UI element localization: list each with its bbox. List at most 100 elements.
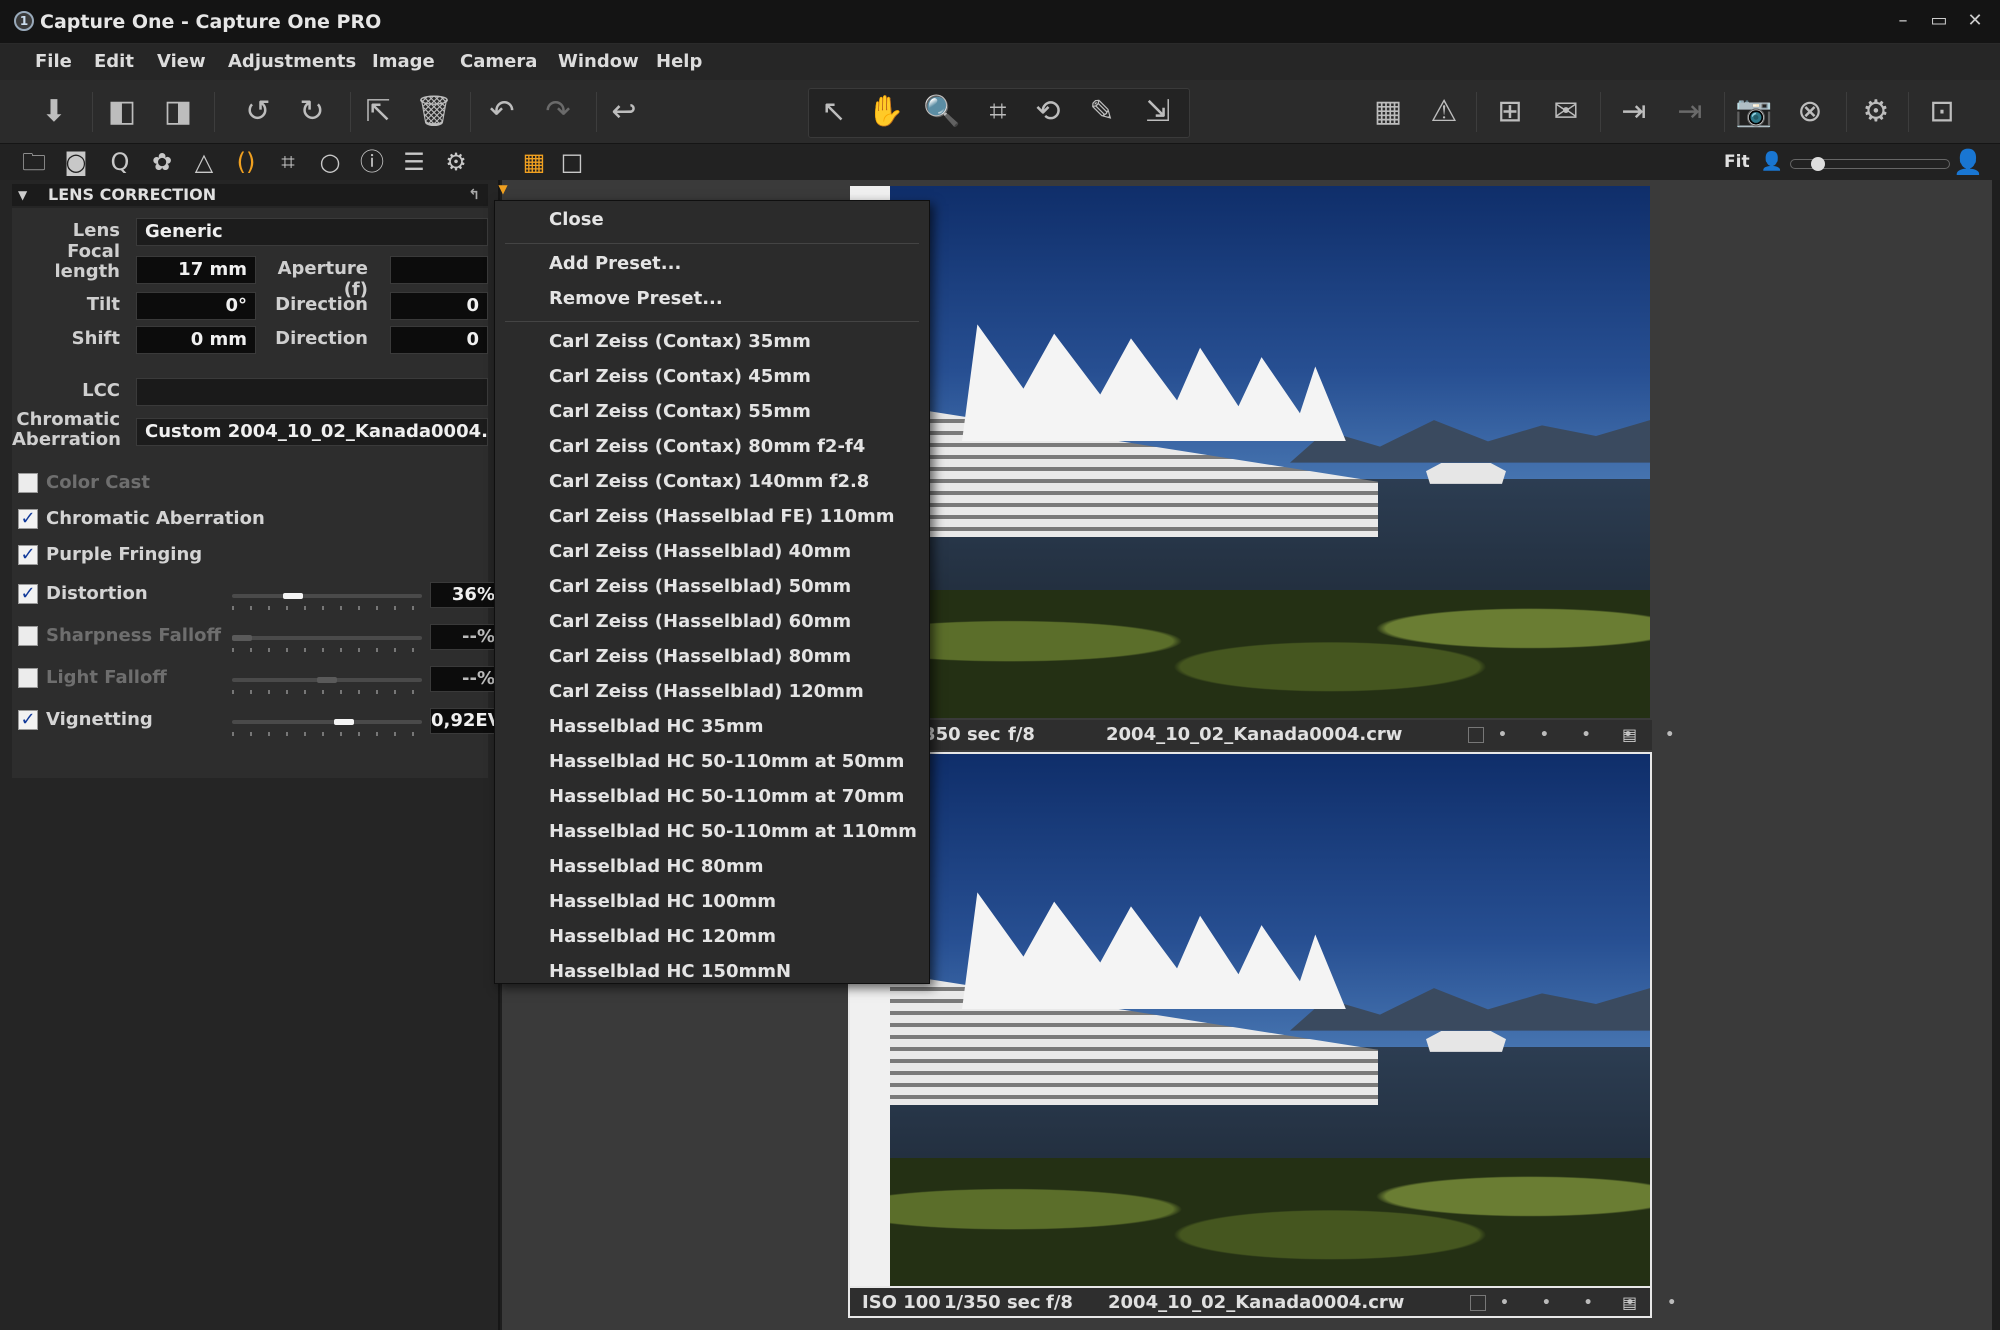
copy-apply-icon[interactable]: ⇲ (1136, 90, 1180, 134)
select-cursor-icon[interactable]: ↖ (812, 90, 856, 134)
tilt-direction-field[interactable]: 0 (390, 292, 488, 320)
menu-lens-item[interactable]: Carl Zeiss (Hasselblad FE) 110mm (549, 506, 895, 527)
compare-left-icon[interactable]: ◧ (100, 90, 144, 134)
capture-camera-icon[interactable]: ◙ (60, 148, 92, 176)
light-falloff-value[interactable]: --% (430, 666, 500, 692)
menu-lens-item[interactable]: Carl Zeiss (Hasselblad) 80mm (549, 646, 851, 667)
distortion-slider-thumb[interactable] (283, 593, 303, 599)
menu-camera[interactable]: Camera (460, 51, 537, 72)
panel-options-icon[interactable]: ↰ (468, 184, 480, 206)
light-falloff-checkbox[interactable]: ✓ (18, 668, 38, 688)
menu-lens-item[interactable]: Hasselblad HC 50-110mm at 70mm (549, 786, 904, 807)
rotate-tool-icon[interactable]: ⟲ (1026, 90, 1070, 134)
menu-view[interactable]: View (157, 51, 206, 72)
aperture-field[interactable] (390, 256, 488, 284)
thumbnail-menu-icon[interactable]: ▤ (1622, 720, 1637, 750)
camera-icon[interactable]: 📷 (1732, 90, 1776, 134)
color-cast-checkbox[interactable]: ✓ (18, 473, 38, 493)
sharpness-falloff-checkbox[interactable]: ✓ (18, 626, 38, 646)
rating-dots[interactable]: • • • • • (1500, 1288, 1690, 1318)
shift-field[interactable]: 0 mm (136, 326, 256, 354)
full-screen-icon[interactable]: ⊡ (1920, 90, 1964, 134)
menu-lens-item[interactable]: Hasselblad HC 80mm (549, 856, 763, 877)
slider-knob[interactable] (1811, 157, 1825, 171)
color-tab-icon[interactable]: ✿ (146, 148, 178, 176)
vignetting-slider-thumb[interactable] (334, 719, 354, 725)
close-icon[interactable]: ✕ (1958, 6, 1992, 36)
metadata-info-icon[interactable]: ⓘ (356, 148, 388, 176)
menu-lens-item[interactable]: Carl Zeiss (Hasselblad) 120mm (549, 681, 864, 702)
menu-lens-item[interactable]: Carl Zeiss (Hasselblad) 60mm (549, 611, 851, 632)
light-falloff-slider-thumb[interactable] (317, 677, 337, 683)
menu-adjustments[interactable]: Adjustments (228, 51, 356, 72)
menu-close[interactable]: Close (549, 209, 604, 230)
menu-lens-item[interactable]: Hasselblad HC 35mm (549, 716, 763, 737)
menu-help[interactable]: Help (656, 51, 702, 72)
photo-bottom[interactable] (848, 752, 1652, 1288)
grid-icon[interactable]: ▦ (1366, 90, 1410, 134)
tilt-field[interactable]: 0° (136, 292, 256, 320)
menu-lens-item[interactable]: Hasselblad HC 100mm (549, 891, 776, 912)
menu-lens-item[interactable]: Hasselblad HC 50-110mm at 50mm (549, 751, 904, 772)
single-view-icon[interactable]: □ (556, 148, 588, 176)
photo-bottom-caption[interactable]: ISO 100 1/350 sec f/8 2004_10_02_Kanada0… (848, 1288, 1676, 1318)
color-tag-box[interactable] (1468, 727, 1484, 743)
menu-edit[interactable]: Edit (94, 51, 134, 72)
photo-top-caption[interactable]: 1/350 sec f/8 2004_10_02_Kanada0004.crw … (848, 720, 1674, 750)
exposure-tab-icon[interactable]: △ (188, 148, 220, 176)
rating-dots[interactable]: • • • • • (1498, 720, 1688, 750)
redo-icon[interactable]: ↷ (536, 90, 580, 134)
lens-select[interactable]: Generic (136, 218, 488, 246)
menu-lens-item[interactable]: Carl Zeiss (Hasselblad) 40mm (549, 541, 851, 562)
sharpness-falloff-value[interactable]: --% (430, 624, 500, 650)
preset-dropdown-arrow-icon[interactable]: ▼ (496, 180, 510, 198)
menu-lens-item[interactable]: Hasselblad HC 120mm (549, 926, 776, 947)
output-list-icon[interactable]: ☰ (398, 148, 430, 176)
menu-lens-item[interactable]: Carl Zeiss (Contax) 140mm f2.8 (549, 471, 869, 492)
lens-correction-header[interactable]: ▼ LENS CORRECTION ↰ (12, 184, 488, 206)
rotate-left-icon[interactable]: ↺ (236, 90, 280, 134)
menu-lens-item[interactable]: Carl Zeiss (Hasselblad) 50mm (549, 576, 851, 597)
cancel-icon[interactable]: ⊗ (1788, 90, 1832, 134)
focal-length-field[interactable]: 17 mm (136, 256, 256, 284)
distortion-value[interactable]: 36% (430, 582, 500, 608)
picker-icon[interactable]: ✎ (1080, 90, 1124, 134)
lens-tab-icon[interactable]: () (230, 148, 262, 176)
photo-top[interactable] (848, 184, 1652, 720)
exposure-warning-icon[interactable]: ⚠ (1422, 90, 1466, 134)
process-icon[interactable]: ⇥ (1612, 90, 1656, 134)
zoom-icon[interactable]: 🔍 (920, 90, 964, 134)
color-tag-box[interactable] (1470, 1295, 1486, 1311)
lcc-select[interactable] (136, 378, 488, 406)
distortion-slider[interactable] (232, 594, 422, 598)
crop-icon[interactable]: ⌗ (976, 90, 1020, 134)
menu-lens-item[interactable]: Carl Zeiss (Contax) 80mm f2-f4 (549, 436, 865, 457)
menu-lens-item[interactable]: Hasselblad HC 150mmN (549, 961, 791, 982)
thumbnail-menu-icon[interactable]: ▤ (1622, 1288, 1637, 1318)
undo-icon[interactable]: ↶ (480, 90, 524, 134)
settings-gear-icon[interactable]: ⚙ (440, 148, 472, 176)
menu-lens-item[interactable]: Carl Zeiss (Contax) 55mm (549, 401, 811, 422)
purple-fringing-checkbox[interactable]: ✓ (18, 545, 38, 565)
vignetting-slider[interactable] (232, 720, 422, 724)
quick-tab-icon[interactable]: Q (104, 148, 136, 176)
menu-file[interactable]: File (35, 51, 72, 72)
grid-view-icon[interactable]: ▦ (518, 148, 550, 176)
rotate-right-icon[interactable]: ↻ (290, 90, 334, 134)
menu-lens-item[interactable]: Carl Zeiss (Contax) 35mm (549, 331, 811, 352)
distortion-checkbox[interactable]: ✓ (18, 584, 38, 604)
mail-process-icon[interactable]: ✉ (1544, 90, 1588, 134)
library-folder-icon[interactable]: 🗀 (18, 148, 50, 176)
pan-hand-icon[interactable]: ✋ (864, 90, 908, 134)
thumbnail-size-slider[interactable] (1790, 157, 1950, 171)
menu-lens-item[interactable]: Carl Zeiss (Contax) 45mm (549, 366, 811, 387)
details-zoom-icon[interactable]: ○ (314, 148, 346, 176)
preferences-gear-icon[interactable]: ⚙ (1854, 90, 1898, 134)
composition-crop-icon[interactable]: ⌗ (272, 148, 304, 176)
sharpness-falloff-slider[interactable] (232, 636, 422, 640)
chromatic-aberration-select[interactable]: Custom 2004_10_02_Kanada0004.crw (136, 418, 488, 446)
menu-add-preset[interactable]: Add Preset... (549, 253, 681, 274)
reset-adjustments-icon[interactable]: ↩ (602, 90, 646, 134)
shift-direction-field[interactable]: 0 (390, 326, 488, 354)
vignetting-value[interactable]: 0,92EV (430, 708, 500, 734)
